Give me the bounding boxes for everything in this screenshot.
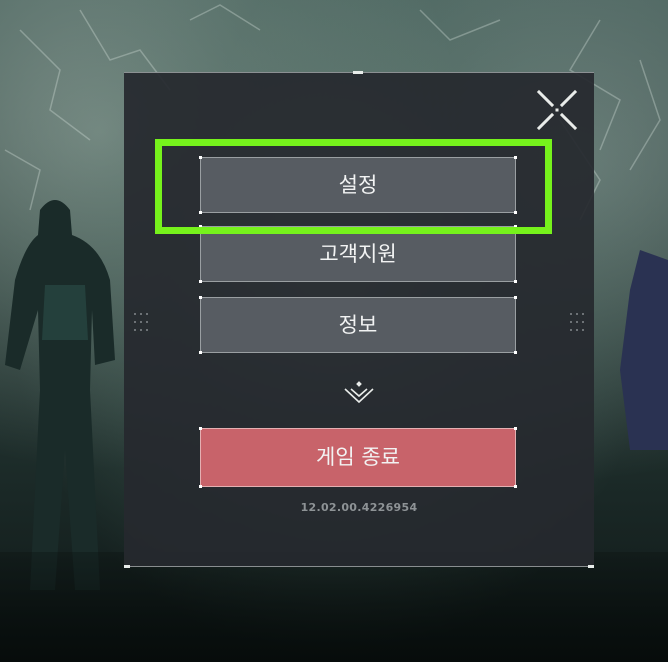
panel-corner	[588, 565, 594, 568]
support-button[interactable]: 고객지원	[199, 225, 517, 283]
expand-more-icon[interactable]	[343, 380, 375, 404]
info-button[interactable]: 정보	[199, 296, 517, 354]
quit-label: 게임 종료	[316, 445, 400, 469]
floor-reflection	[0, 552, 668, 662]
support-label: 고객지원	[319, 242, 397, 266]
info-label: 정보	[338, 313, 378, 337]
panel-corner	[124, 565, 130, 568]
version-text: 12.02.00.4226954	[300, 501, 418, 514]
close-x-icon[interactable]	[536, 89, 578, 131]
decorative-dots	[570, 313, 584, 331]
agent-silhouette-left	[5, 200, 115, 590]
decorative-dots	[134, 313, 148, 331]
panel-top-notch	[353, 71, 363, 74]
agent-silhouette-right	[620, 250, 668, 450]
quit-game-button[interactable]: 게임 종료	[199, 427, 517, 488]
highlight-box	[155, 139, 552, 234]
